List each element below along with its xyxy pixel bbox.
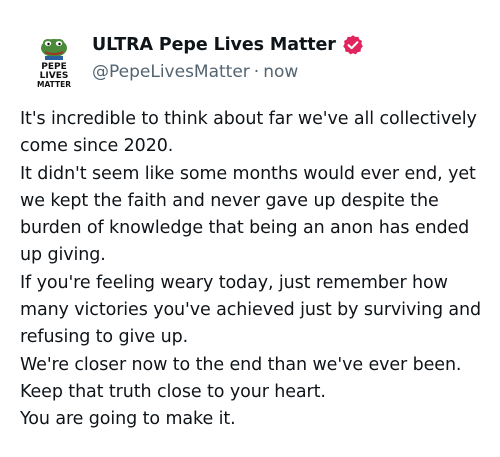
post-card: PEPE LIVES MATTER ULTRA Pepe Lives Matte… <box>0 0 500 457</box>
post-paragraph: Keep that truth close to your heart. <box>20 381 326 402</box>
timestamp[interactable]: now <box>263 62 298 82</box>
author-names: ULTRA Pepe Lives Matter @PepeLivesMatter… <box>92 32 364 82</box>
avatar-text-line-3: MATTER <box>37 80 71 89</box>
post-header: PEPE LIVES MATTER ULTRA Pepe Lives Matte… <box>20 22 480 92</box>
post-text: It's incredible to think about far we've… <box>20 106 490 434</box>
post-paragraph: It's incredible to think about far we've… <box>20 109 477 157</box>
pepe-avatar-icon: PEPE LIVES MATTER <box>37 39 71 89</box>
post-paragraph: If you're feeling weary today, just reme… <box>20 272 482 348</box>
handle[interactable]: @PepeLivesMatter <box>92 62 250 82</box>
post-paragraph: It didn't seem like some months would ev… <box>20 163 476 266</box>
handle-row: @PepeLivesMatter · now <box>92 62 364 82</box>
verified-badge-icon <box>342 34 364 56</box>
post-paragraph: We're closer now to the end than we've e… <box>20 354 462 375</box>
post-paragraph: You are going to make it. <box>20 409 236 430</box>
display-name[interactable]: ULTRA Pepe Lives Matter <box>92 35 336 55</box>
avatar[interactable]: PEPE LIVES MATTER <box>24 34 84 94</box>
display-name-row: ULTRA Pepe Lives Matter <box>92 32 364 58</box>
separator: · <box>253 62 260 82</box>
